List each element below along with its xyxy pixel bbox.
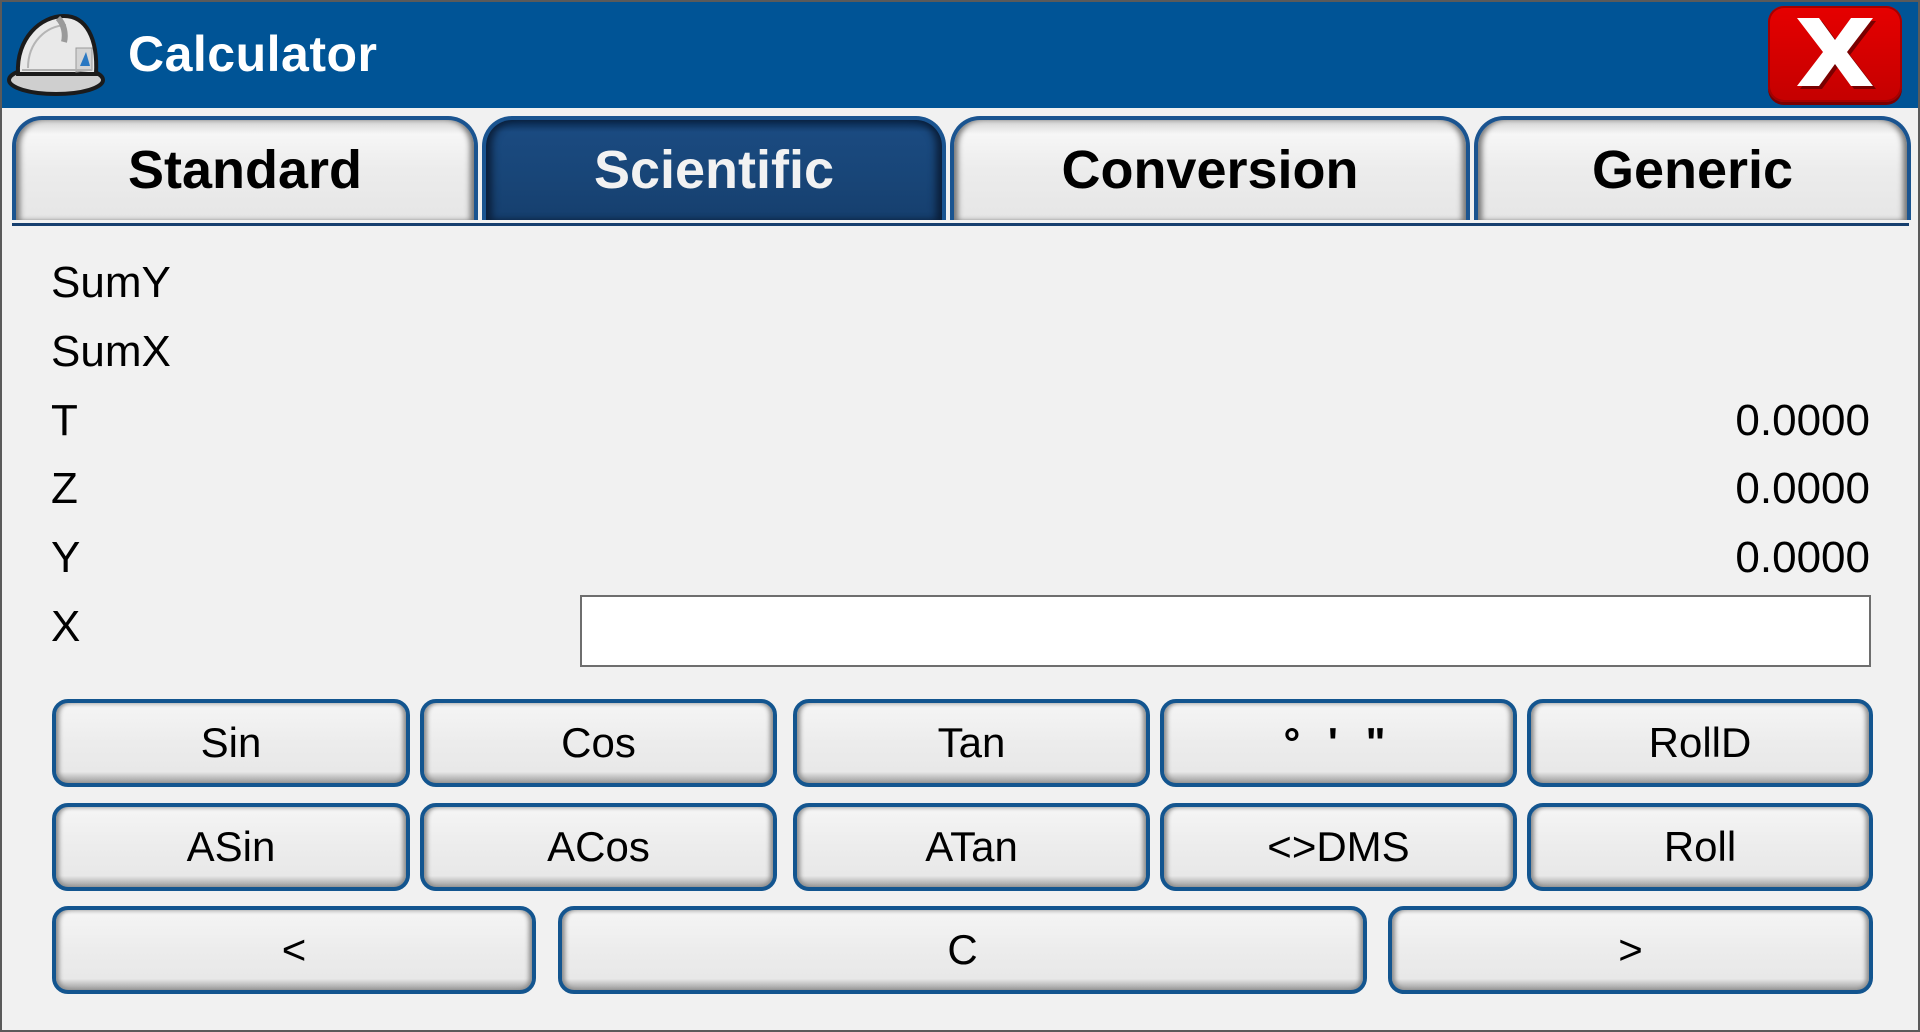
sin-button[interactable]: Sin	[52, 699, 410, 787]
roll-button[interactable]: Roll	[1527, 803, 1873, 891]
register-label-z: Z	[51, 464, 78, 513]
register-label-x: X	[51, 602, 81, 651]
register-value-y: 0.0000	[1735, 533, 1870, 582]
register-label-y: Y	[51, 533, 81, 582]
tan-button[interactable]: Tan	[793, 699, 1150, 787]
asin-button[interactable]: ASin	[52, 803, 410, 891]
backspace-left-button[interactable]: <	[52, 906, 536, 994]
hard-hat-icon	[6, 8, 108, 100]
register-label-sumy: SumY	[51, 258, 171, 307]
calculator-window: Calculator Standard Scientific Conversio…	[0, 0, 1920, 1032]
register-value-z: 0.0000	[1735, 464, 1870, 513]
tab-underline	[12, 223, 1909, 226]
register-value-t: 0.0000	[1735, 396, 1870, 445]
window-title: Calculator	[128, 26, 378, 82]
forward-right-button[interactable]: >	[1388, 906, 1873, 994]
close-x-icon	[1793, 14, 1877, 95]
title-bar: Calculator	[2, 2, 1918, 108]
degree-minute-second-button[interactable]: ° ' "	[1160, 699, 1517, 787]
tab-standard[interactable]: Standard	[12, 116, 478, 220]
clear-button[interactable]: C	[558, 906, 1367, 994]
close-button[interactable]	[1768, 6, 1902, 102]
to-dms-button[interactable]: <>DMS	[1160, 803, 1517, 891]
acos-button[interactable]: ACos	[420, 803, 777, 891]
rolld-button[interactable]: RollD	[1527, 699, 1873, 787]
tab-scientific[interactable]: Scientific	[482, 116, 946, 220]
tab-conversion[interactable]: Conversion	[950, 116, 1470, 220]
cos-button[interactable]: Cos	[420, 699, 777, 787]
atan-button[interactable]: ATan	[793, 803, 1150, 891]
tab-generic[interactable]: Generic	[1474, 116, 1911, 220]
register-label-t: T	[51, 396, 78, 445]
x-register-input[interactable]	[580, 595, 1871, 667]
mode-tabs: Standard Scientific Conversion Generic	[2, 116, 1918, 226]
register-label-sumx: SumX	[51, 327, 171, 376]
